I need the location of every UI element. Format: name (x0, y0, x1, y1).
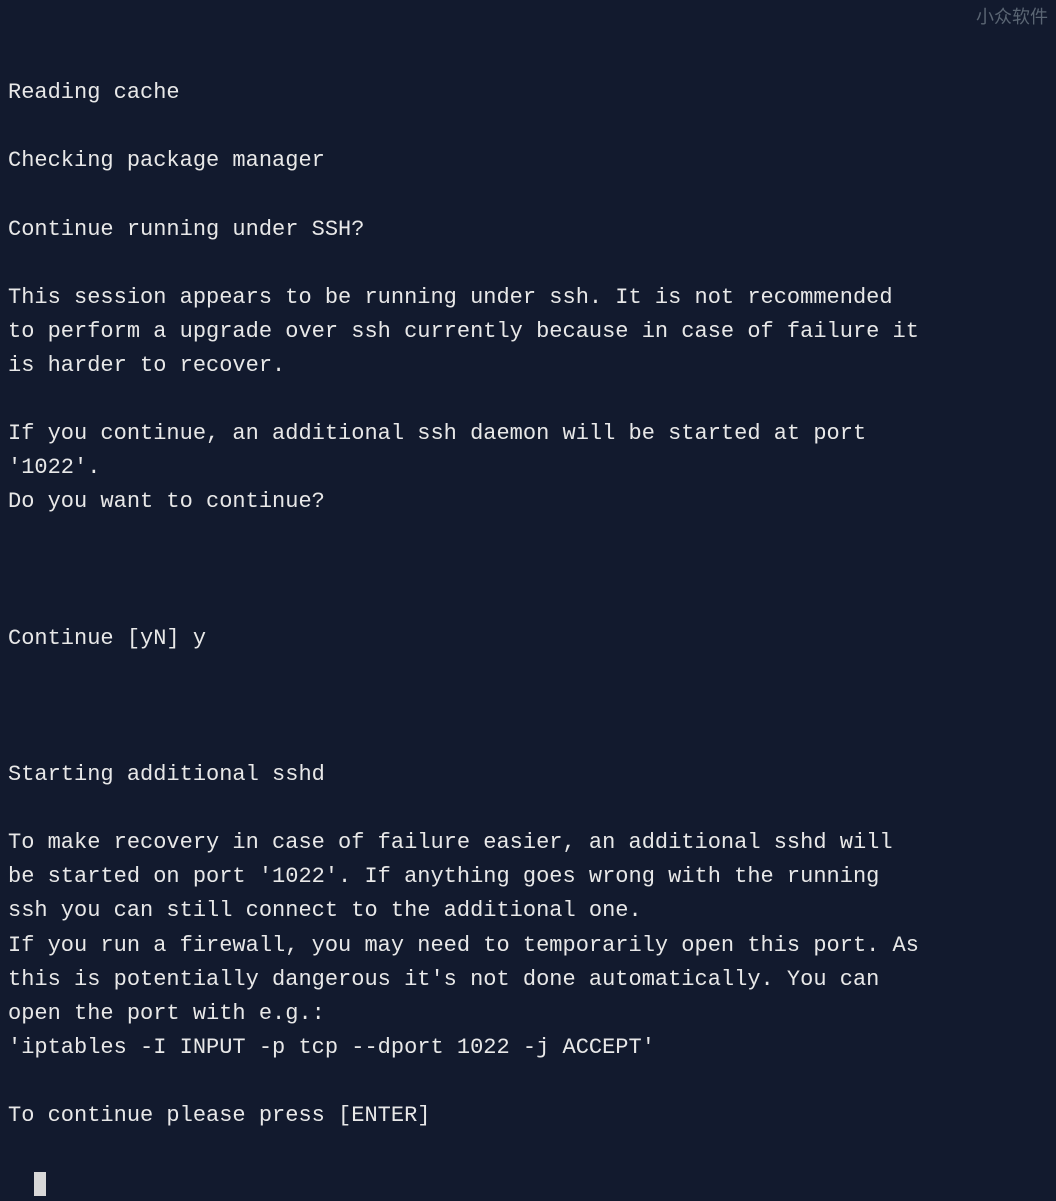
terminal-line: this is potentially dangerous it's not d… (8, 963, 1048, 997)
terminal-line: 'iptables -I INPUT -p tcp --dport 1022 -… (8, 1031, 1048, 1065)
prompt-line[interactable]: Continue [yN] y (8, 622, 1048, 656)
terminal-blank-line (8, 792, 1048, 826)
terminal-line: is harder to recover. (8, 349, 1048, 383)
terminal-line: If you run a firewall, you may need to t… (8, 929, 1048, 963)
terminal-line: Continue running under SSH? (8, 213, 1048, 247)
terminal-line: This session appears to be running under… (8, 281, 1048, 315)
terminal-blank-line (8, 519, 1048, 553)
terminal-line: Reading cache (8, 76, 1048, 110)
terminal-blank-line (8, 1065, 1048, 1099)
terminal-line: to perform a upgrade over ssh currently … (8, 315, 1048, 349)
terminal-line: Do you want to continue? (8, 485, 1048, 519)
terminal-line: To continue please press [ENTER] (8, 1099, 1048, 1133)
terminal-line: be started on port '1022'. If anything g… (8, 860, 1048, 894)
terminal-line: open the port with e.g.: (8, 997, 1048, 1031)
terminal-blank-line (8, 247, 1048, 281)
watermark-text: 小众软件 (976, 4, 1048, 32)
terminal-output[interactable]: Reading cache Checking package manager Con… (8, 8, 1048, 1201)
prompt-text: Continue [yN] (8, 626, 193, 651)
terminal-line: Checking package manager (8, 144, 1048, 178)
terminal-line: '1022'. (8, 451, 1048, 485)
terminal-line: To make recovery in case of failure easi… (8, 826, 1048, 860)
terminal-blank-line (8, 178, 1048, 212)
user-input: y (193, 626, 206, 651)
terminal-line: Starting additional sshd (8, 758, 1048, 792)
terminal-blank-line (8, 383, 1048, 417)
terminal-blank-line (8, 110, 1048, 144)
terminal-line: If you continue, an additional ssh daemo… (8, 417, 1048, 451)
terminal-blank-line (8, 724, 1048, 758)
terminal-line: ssh you can still connect to the additio… (8, 894, 1048, 928)
terminal-cursor[interactable] (34, 1172, 46, 1196)
